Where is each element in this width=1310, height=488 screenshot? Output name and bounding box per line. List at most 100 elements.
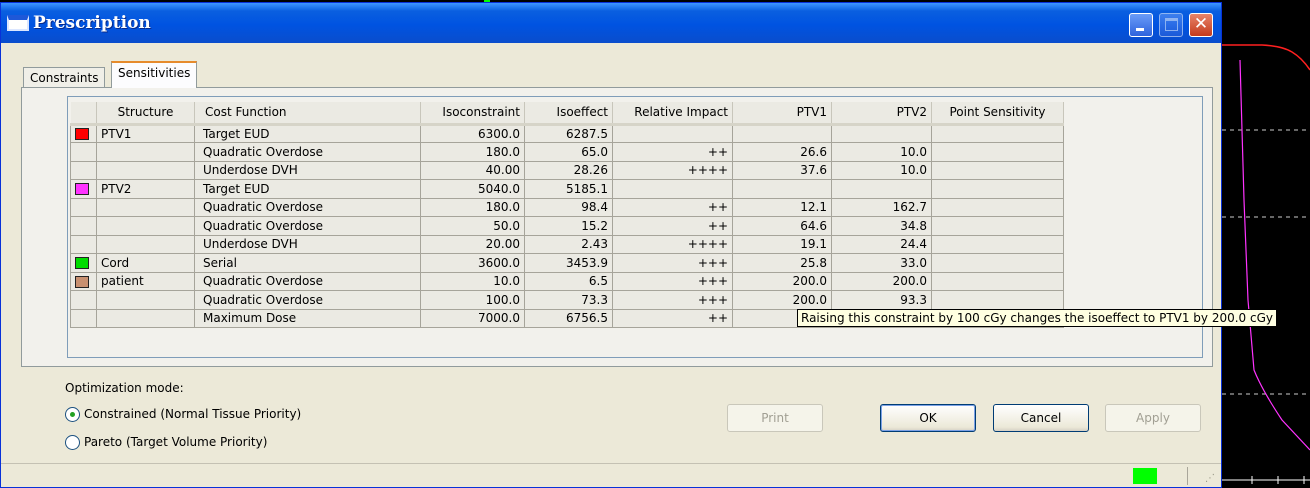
structure-cell: Cord [96,253,195,273]
isoconstraint-cell[interactable]: 40.00 [420,160,525,180]
title-bar[interactable]: Prescription ✕ [1,3,1221,43]
column-header-point-sensitivity[interactable]: Point Sensitivity [931,102,1064,126]
isoconstraint-cell[interactable]: 7000.0 [420,308,525,328]
status-separator [1187,467,1188,485]
column-header-cost-function[interactable]: Cost Function [194,102,421,126]
color-cell [70,253,97,273]
cost-function-cell: Underdose DVH [194,234,421,254]
column-header-ptv2[interactable]: PTV2 [831,102,932,126]
column-header-isoeffect[interactable]: Isoeffect [524,102,613,126]
radio-button-pareto[interactable] [65,435,80,450]
color-cell [70,308,97,328]
relative-impact-cell [612,123,733,143]
table-row[interactable]: Quadratic Overdose 100.0 73.3 +++ 200.0 93.3 [70,290,1064,310]
sensitivity-table: Structure Cost Function Isoconstraint Is… [70,102,1064,328]
point-sensitivity-cell [931,290,1064,310]
ptv1-cell [732,179,832,199]
ptv1-cell: 64.6 [732,216,832,236]
ptv1-cell [732,123,832,143]
structure-color-swatch [75,183,89,196]
table-row[interactable]: PTV1 Target EUD 6300.0 6287.5 [70,123,1064,143]
table-row[interactable]: Quadratic Overdose 180.0 65.0 ++ 26.6 10.0 [70,142,1064,162]
table-row[interactable]: patient Quadratic Overdose 10.0 6.5 +++ 200.0… [70,271,1064,291]
maximize-icon [1165,18,1178,31]
table-row[interactable]: Quadratic Overdose 180.0 98.4 ++ 12.1 162.7 [70,197,1064,217]
color-cell [70,160,97,180]
isoeffect-cell: 2.43 [524,234,613,254]
radio-pareto[interactable]: Pareto (Target Volume Priority) [65,435,267,450]
ptv2-cell: 93.3 [831,290,932,310]
column-header-structure[interactable]: Structure [96,102,195,126]
isoconstraint-cell[interactable]: 6300.0 [420,123,525,143]
tab-sensitivities[interactable]: Sensitivities [111,61,198,88]
structure-cell [96,142,195,162]
table-row[interactable]: Underdose DVH 20.00 2.43 ++++ 19.1 24.4 [70,234,1064,254]
resize-grip-icon[interactable]: ⋰ [1205,473,1215,484]
ptv2-cell: 10.0 [831,142,932,162]
plot-curve-ptv1 [1222,44,1310,71]
cost-function-cell: Quadratic Overdose [194,197,421,217]
isoeffect-cell: 28.26 [524,160,613,180]
minimize-button[interactable] [1129,13,1153,37]
close-button[interactable]: ✕ [1189,13,1213,37]
relative-impact-cell: ++++ [612,160,733,180]
ptv1-cell: 19.1 [732,234,832,254]
structure-cell: patient [96,271,195,291]
color-cell [70,290,97,310]
point-sensitivity-cell [931,216,1064,236]
apply-button[interactable]: Apply [1105,404,1201,432]
relative-impact-cell: ++ [612,197,733,217]
ok-button[interactable]: OK [880,404,976,432]
cost-function-cell: Quadratic Overdose [194,142,421,162]
structure-cell: PTV1 [96,123,195,143]
tab-constraints[interactable]: Constraints [23,67,106,87]
close-icon: ✕ [1193,14,1209,34]
structure-cell [96,234,195,254]
cost-function-cell: Serial [194,253,421,273]
isoconstraint-cell[interactable]: 20.00 [420,234,525,254]
sensitivity-tooltip: Raising this constraint by 100 cGy chang… [797,309,1278,327]
ptv2-cell: 34.8 [831,216,932,236]
relative-impact-cell [612,179,733,199]
isoconstraint-cell[interactable]: 50.0 [420,216,525,236]
table-row[interactable]: PTV2 Target EUD 5040.0 5185.1 [70,179,1064,199]
isoeffect-cell: 3453.9 [524,253,613,273]
maximize-button[interactable] [1159,13,1183,37]
column-header-color[interactable] [70,102,97,126]
isoeffect-cell: 98.4 [524,197,613,217]
color-cell [70,142,97,162]
isoeffect-cell: 5185.1 [524,179,613,199]
print-button[interactable]: Print [727,404,823,432]
table-header-row: Structure Cost Function Isoconstraint Is… [70,102,1064,126]
isoconstraint-cell[interactable]: 5040.0 [420,179,525,199]
column-header-relative-impact[interactable]: Relative Impact [612,102,733,126]
isoconstraint-cell[interactable]: 10.0 [420,271,525,291]
structure-cell: PTV2 [96,179,195,199]
isoconstraint-cell[interactable]: 3600.0 [420,253,525,273]
prescription-window: Prescription ✕ Constraints Sensitivities… [0,2,1278,488]
column-header-isoconstraint[interactable]: Isoconstraint [420,102,525,126]
ptv2-cell: 162.7 [831,197,932,217]
isoconstraint-cell[interactable]: 180.0 [420,197,525,217]
column-header-ptv1[interactable]: PTV1 [732,102,832,126]
isoconstraint-cell[interactable]: 100.0 [420,290,525,310]
point-sensitivity-cell [931,123,1064,143]
cost-function-cell: Target EUD [194,123,421,143]
cost-function-cell: Quadratic Overdose [194,271,421,291]
structure-cell [96,216,195,236]
relative-impact-cell: ++ [612,216,733,236]
color-cell [70,123,97,143]
radio-constrained[interactable]: Constrained (Normal Tissue Priority) [65,407,301,422]
isoconstraint-cell[interactable]: 180.0 [420,142,525,162]
cancel-button[interactable]: Cancel [993,404,1089,432]
relative-impact-cell: +++ [612,290,733,310]
table-row[interactable]: Cord Serial 3600.0 3453.9 +++ 25.8 33.0 [70,253,1064,273]
structure-color-swatch [75,275,89,288]
plot-curve-ptv2 [1239,59,1310,451]
table-row[interactable]: Underdose DVH 40.00 28.26 ++++ 37.6 10.0 [70,160,1064,180]
structure-cell [96,197,195,217]
table-row[interactable]: Quadratic Overdose 50.0 15.2 ++ 64.6 34.8 [70,216,1064,236]
status-bar: ⋰ [1,463,1221,487]
radio-button-constrained[interactable] [65,407,80,422]
ptv1-cell: 26.6 [732,142,832,162]
